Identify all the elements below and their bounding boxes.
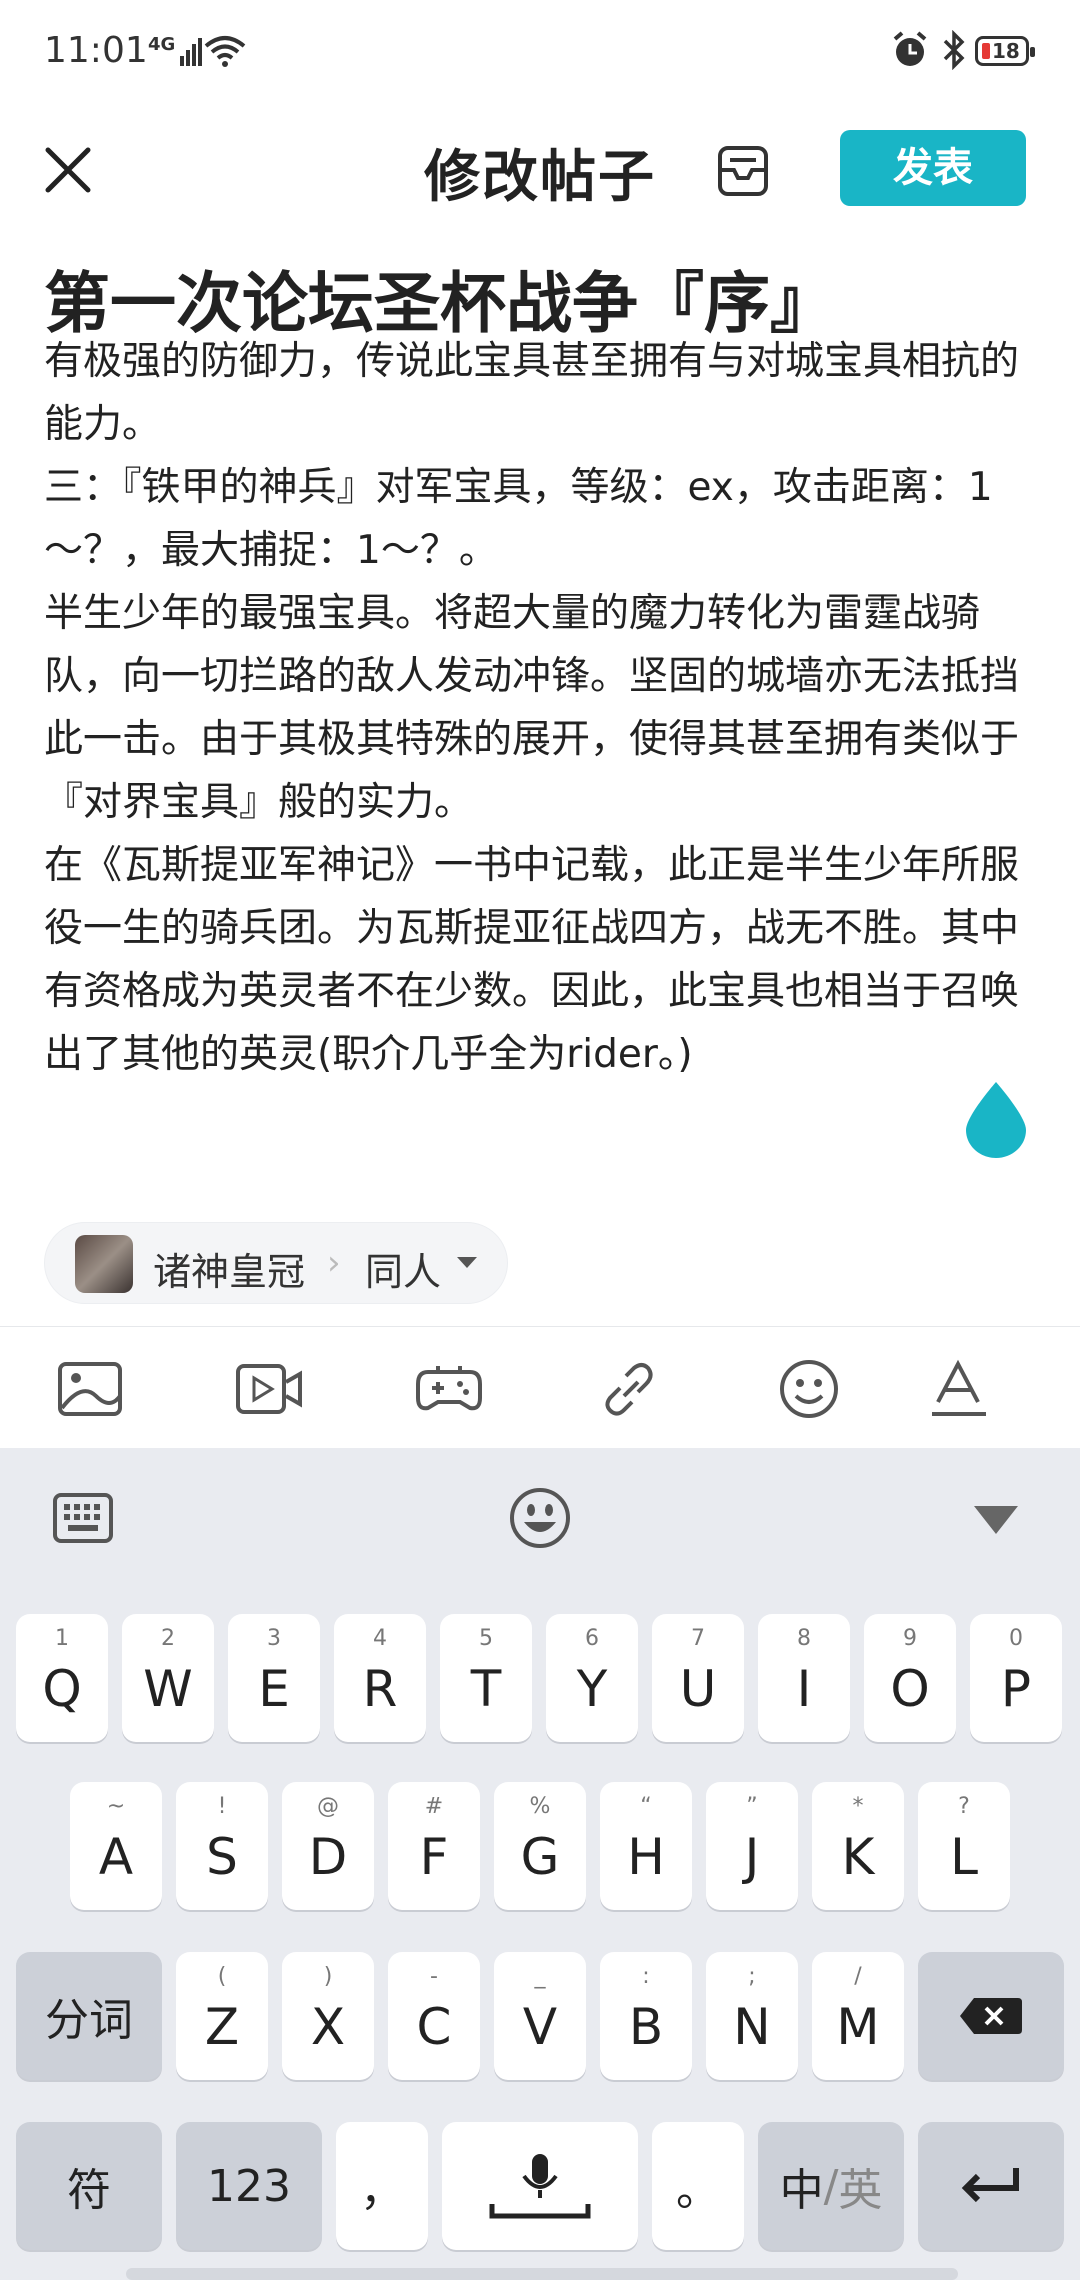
enter-icon xyxy=(961,2168,1019,2203)
body-paragraph: 半生少年的最强宝具。将超大量的魔力转化为雷霆战骑队，向一切拦路的敌人发动冲锋。坚… xyxy=(44,591,1020,825)
cursor-handle-icon[interactable] xyxy=(962,1080,1030,1160)
key-c[interactable]: -C xyxy=(388,1952,480,2080)
key-g[interactable]: % G xyxy=(494,1782,586,1910)
signal-icon xyxy=(180,38,202,66)
bluetooth-icon xyxy=(943,30,965,70)
lang-separator: / xyxy=(823,2160,839,2212)
language-toggle-key[interactable]: 中 / 英 xyxy=(758,2122,904,2250)
symbol-key[interactable]: 符 xyxy=(16,2122,162,2250)
status-bar: 11:01 4G 18 xyxy=(0,0,1080,110)
lang-cn-label: 中 xyxy=(779,2165,824,2216)
body-paragraph: 三：『铁甲的神兵』对军宝具，等级：ex，攻击距离：1～？，最大捕捉：1～？。 xyxy=(44,465,993,573)
image-icon[interactable] xyxy=(56,1358,126,1420)
key-t[interactable]: 5T xyxy=(440,1614,532,1742)
key-f[interactable]: # F xyxy=(388,1782,480,1910)
link-icon[interactable] xyxy=(594,1358,664,1420)
segment-key[interactable]: 分词 xyxy=(16,1952,162,2080)
key-k[interactable]: * K xyxy=(812,1782,904,1910)
game-controller-icon[interactable] xyxy=(414,1358,484,1420)
key-v[interactable]: _ V xyxy=(494,1952,586,2080)
video-icon[interactable] xyxy=(234,1358,304,1420)
wifi-icon xyxy=(204,36,246,67)
key-p[interactable]: 0P xyxy=(970,1614,1062,1742)
key-s[interactable]: ! S xyxy=(176,1782,268,1910)
key-d[interactable]: @ D xyxy=(282,1782,374,1910)
chevron-right-icon: › xyxy=(327,1243,341,1283)
lang-en-label: 英 xyxy=(838,2165,883,2216)
period-key[interactable]: 。 xyxy=(652,2122,744,2250)
ime-keyboard: 1Q 2W 3E 4R 5T 6Y 7U 8I 9O 0P ~ A ! S @ D #… xyxy=(0,1448,1080,2280)
battery-icon: 18 xyxy=(975,36,1035,66)
key-j[interactable]: ” J xyxy=(706,1782,798,1910)
backspace-icon xyxy=(960,1998,1022,2034)
keyboard-emoji-icon[interactable] xyxy=(508,1486,572,1550)
post-body-editor[interactable]: 有极强的防御力，传说此宝具甚至拥有与对城宝具相抗的能力。 三：『铁甲的神兵』对军… xyxy=(44,330,1024,1086)
app-header: 修改帖子 发表 xyxy=(0,110,1080,230)
key-b[interactable]: :B xyxy=(600,1952,692,2080)
key-o[interactable]: 9O xyxy=(864,1614,956,1742)
editor-toolbar xyxy=(0,1328,1080,1448)
forum-category: 同人 xyxy=(365,1250,442,1294)
emoji-icon[interactable] xyxy=(774,1358,844,1420)
microphone-icon xyxy=(489,2154,591,2219)
text-format-icon[interactable] xyxy=(924,1358,994,1420)
key-w[interactable]: 2W xyxy=(122,1614,214,1742)
collapse-keyboard-icon[interactable] xyxy=(972,1504,1020,1536)
key-q[interactable]: 1Q xyxy=(16,1614,108,1742)
forum-tag-selector[interactable]: 诸神皇冠 › 同人 xyxy=(44,1222,508,1304)
key-h[interactable]: “H xyxy=(600,1782,692,1910)
key-z[interactable]: (Z xyxy=(176,1952,268,2080)
network-type: 4G xyxy=(148,34,176,55)
navigation-bar xyxy=(126,2268,958,2280)
space-voice-key[interactable] xyxy=(442,2122,638,2250)
dropdown-caret-icon xyxy=(457,1257,477,1268)
numbers-key[interactable]: 123 xyxy=(176,2122,322,2250)
key-n[interactable]: ; N xyxy=(706,1952,798,2080)
key-l[interactable]: ? L xyxy=(918,1782,1010,1910)
divider xyxy=(0,1326,1080,1327)
status-time: 11:01 xyxy=(44,30,148,71)
alarm-icon xyxy=(893,31,927,66)
key-i[interactable]: 8I xyxy=(758,1614,850,1742)
key-e[interactable]: 3E xyxy=(228,1614,320,1742)
key-y[interactable]: 6Y xyxy=(546,1614,638,1742)
key-r[interactable]: 4R xyxy=(334,1614,426,1742)
keyboard-icon[interactable] xyxy=(52,1492,114,1544)
battery-level: 18 xyxy=(992,39,1020,63)
enter-key[interactable] xyxy=(918,2122,1064,2250)
forum-avatar xyxy=(75,1235,133,1293)
body-paragraph: 在《瓦斯提亚军神记》一书中记载，此正是半生少年所服役一生的骑兵团。为瓦斯提亚征战… xyxy=(44,843,1020,1077)
body-paragraph: 有极强的防御力，传说此宝具甚至拥有与对城宝具相抗的能力。 xyxy=(44,339,1020,447)
draft-box-icon[interactable] xyxy=(712,140,774,202)
publish-button[interactable]: 发表 xyxy=(840,130,1026,206)
backspace-key[interactable] xyxy=(918,1952,1064,2080)
key-m[interactable]: / M xyxy=(812,1952,904,2080)
key-u[interactable]: 7U xyxy=(652,1614,744,1742)
forum-name: 诸神皇冠 xyxy=(153,1250,306,1294)
keyboard-topbar xyxy=(0,1448,1080,1578)
comma-key[interactable]: ， xyxy=(336,2122,428,2250)
key-a[interactable]: ~ A xyxy=(70,1782,162,1910)
key-x[interactable]: ) X xyxy=(282,1952,374,2080)
